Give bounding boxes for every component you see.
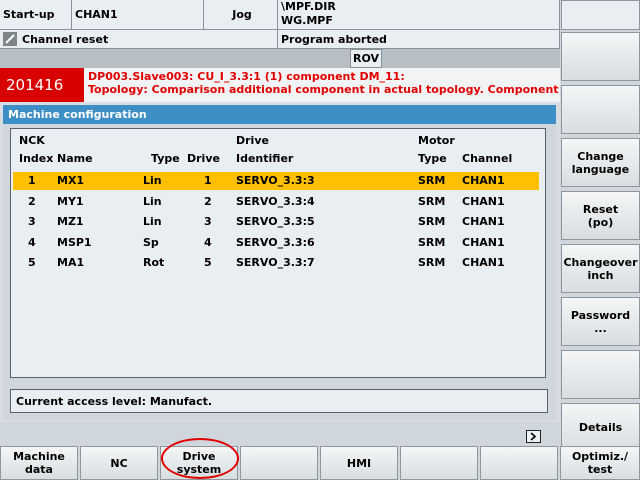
- cell-type: Lin: [143, 174, 162, 187]
- vsk-2-button[interactable]: [561, 85, 640, 134]
- cell-channel: CHAN1: [462, 194, 505, 208]
- access-level: Current access level: Manufact.: [10, 389, 548, 413]
- cell-drive: 4: [204, 235, 212, 249]
- header-nck: NCK: [19, 134, 45, 147]
- cell-index: 2: [28, 194, 36, 208]
- program-status-field: Program aborted: [278, 30, 560, 49]
- softkey-header-blank: [561, 0, 640, 30]
- cell-name: MA1: [57, 256, 85, 269]
- status-gap-right: [382, 49, 560, 68]
- pencil-slash-icon: [3, 32, 17, 46]
- cell-motor-type: SRM: [418, 194, 446, 208]
- channel-field: CHAN1: [72, 0, 204, 30]
- changeover-inch-button[interactable]: Changeover inch: [561, 244, 640, 293]
- hmi-button[interactable]: HMI: [320, 446, 398, 480]
- cell-type: Rot: [143, 256, 165, 269]
- cell-drive: 1: [204, 174, 212, 187]
- cell-motor-type: SRM: [418, 256, 446, 269]
- highlight-circle: [161, 438, 239, 479]
- cell-name: MY1: [57, 194, 84, 208]
- header-name: Name: [57, 152, 93, 165]
- cell-type: Lin: [143, 194, 162, 208]
- header-type: Type: [151, 152, 180, 165]
- header-drive: Drive: [187, 152, 220, 165]
- channel-label: CHAN1: [75, 8, 118, 21]
- password-button[interactable]: Password ...: [561, 297, 640, 346]
- header-channel: Channel: [462, 152, 513, 165]
- cell-identifier: SERVO_3.3:4: [236, 194, 315, 208]
- hsk-6-button[interactable]: [400, 446, 478, 480]
- alarm-text-line1: DP003.Slave003: CU_I_3.3:1 (1) component…: [88, 70, 405, 83]
- cell-channel: CHAN1: [462, 256, 505, 269]
- program-path: \MPF.DIR: [281, 0, 336, 13]
- cell-name: MX1: [57, 174, 85, 187]
- table-row[interactable]: 5 MA1 Rot 5 SERVO_3.3:7 SRM CHAN1: [13, 254, 539, 272]
- table-row[interactable]: 4 MSP1 Sp 4 SERVO_3.3:6 SRM CHAN1: [13, 234, 539, 252]
- header-identifier: Identifier: [236, 152, 294, 165]
- rov-label: ROV: [352, 52, 380, 65]
- mode-label: Start-up: [3, 8, 55, 21]
- cell-channel: CHAN1: [462, 235, 505, 249]
- cell-name: MZ1: [57, 215, 84, 228]
- cell-name: MSP1: [57, 235, 92, 249]
- rov-indicator: ROV: [350, 49, 382, 68]
- header-motor-type: Type: [418, 152, 447, 165]
- change-language-button[interactable]: Change language: [561, 138, 640, 187]
- channel-status-field: Channel reset: [0, 30, 278, 49]
- machine-data-button[interactable]: Machine data: [0, 446, 78, 480]
- nc-button[interactable]: NC: [80, 446, 158, 480]
- hsk-4-button[interactable]: [240, 446, 318, 480]
- cell-channel: CHAN1: [462, 174, 505, 187]
- config-table: NCK Drive Motor Index Name Type Drive Id…: [10, 128, 546, 378]
- hsk-7-button[interactable]: [480, 446, 558, 480]
- panel-title: Machine configuration: [3, 105, 556, 124]
- optimiz-test-button[interactable]: Optimiz./ test: [560, 446, 640, 480]
- vsk-1-button[interactable]: [561, 32, 640, 81]
- cell-motor-type: SRM: [418, 215, 446, 228]
- operating-mode-field: Jog: [204, 0, 278, 30]
- alarm-line: 201416 DP003.Slave003: CU_I_3.3:1 (1) co…: [0, 68, 560, 102]
- etc-arrow-icon[interactable]: [526, 430, 541, 443]
- channel-status-text: Channel reset: [22, 32, 109, 46]
- cell-motor-type: SRM: [418, 174, 446, 187]
- details-button[interactable]: Details: [561, 403, 640, 452]
- header-drive-group: Drive: [236, 134, 269, 147]
- reset-po-button[interactable]: Reset (po): [561, 191, 640, 240]
- program-path-field: \MPF.DIR WG.MPF: [278, 0, 560, 30]
- cell-identifier: SERVO_3.3:5: [236, 215, 315, 228]
- cell-identifier: SERVO_3.3:6: [236, 235, 315, 249]
- cell-identifier: SERVO_3.3:3: [236, 174, 315, 187]
- cell-motor-type: SRM: [418, 235, 446, 249]
- alarm-number: 201416: [0, 68, 84, 102]
- mode-field: Start-up: [0, 0, 72, 30]
- cell-index: 4: [28, 235, 36, 249]
- cell-type: Lin: [143, 215, 162, 228]
- cell-identifier: SERVO_3.3:7: [236, 256, 315, 269]
- status-gap: [0, 49, 350, 68]
- cell-index: 5: [28, 256, 36, 269]
- cell-type: Sp: [143, 235, 159, 249]
- table-row[interactable]: 2 MY1 Lin 2 SERVO_3.3:4 SRM CHAN1: [13, 193, 539, 211]
- program-status-text: Program aborted: [281, 32, 387, 46]
- alarm-text-line2: Topology: Comparison additional componen…: [88, 83, 559, 96]
- header-index: Index: [19, 152, 54, 165]
- table-row[interactable]: 1 MX1 Lin 1 SERVO_3.3:3 SRM CHAN1: [13, 172, 539, 190]
- header-motor: Motor: [418, 134, 455, 147]
- vsk-7-button[interactable]: [561, 350, 640, 399]
- operating-mode-label: Jog: [232, 8, 252, 21]
- table-row[interactable]: 3 MZ1 Lin 3 SERVO_3.3:5 SRM CHAN1: [13, 213, 539, 231]
- cell-drive: 5: [204, 256, 212, 269]
- program-file: WG.MPF: [281, 14, 333, 27]
- cell-drive: 3: [204, 215, 212, 228]
- cell-drive: 2: [204, 194, 212, 208]
- cell-channel: CHAN1: [462, 215, 505, 228]
- cell-index: 1: [28, 174, 36, 187]
- alarm-text: DP003.Slave003: CU_I_3.3:1 (1) component…: [88, 70, 559, 96]
- cell-index: 3: [28, 215, 36, 228]
